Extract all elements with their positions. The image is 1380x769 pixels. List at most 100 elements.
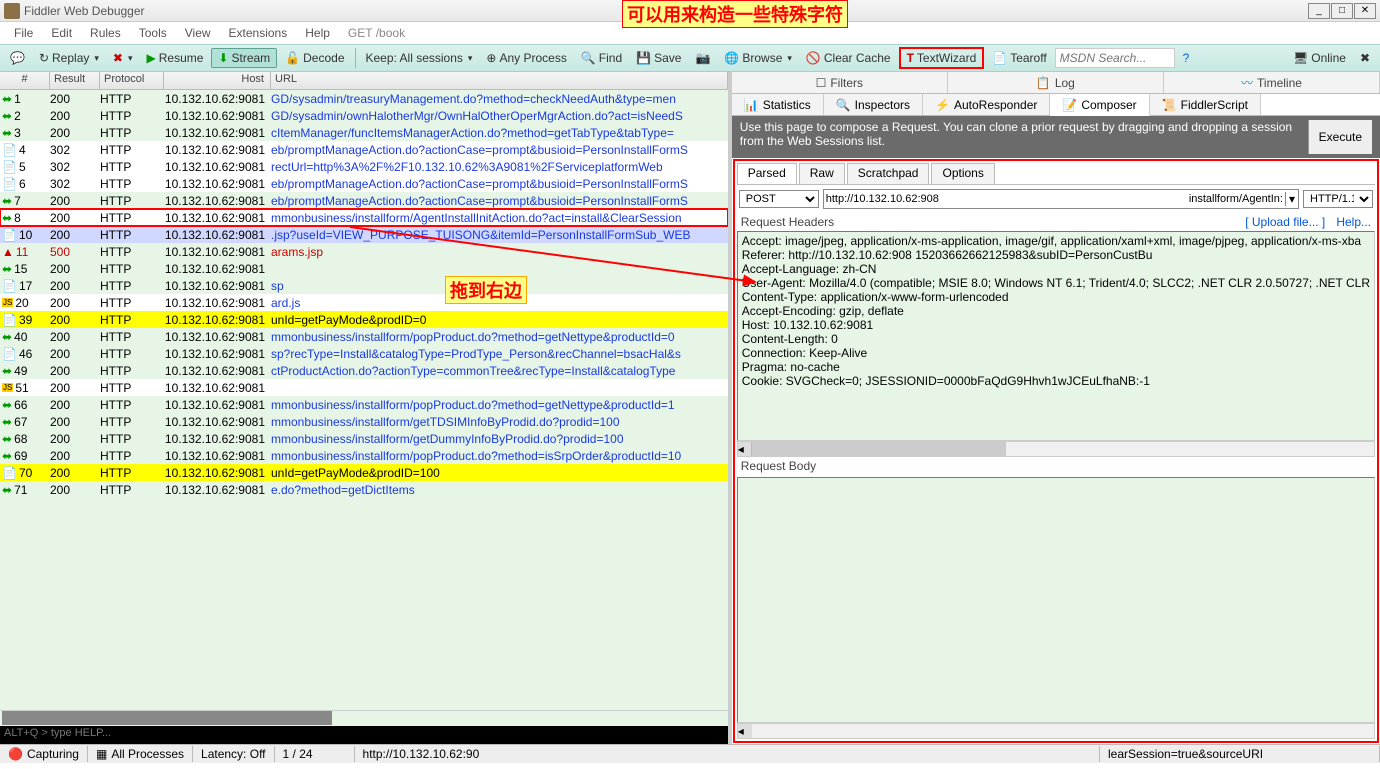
sessions-grid-body[interactable]: ⬌ 1200HTTP10.132.10.62:9081GD/sysadmin/t…	[0, 90, 728, 710]
session-row[interactable]: JS 51200HTTP10.132.10.62:9081	[0, 379, 728, 396]
menu-file[interactable]: File	[6, 24, 41, 42]
session-row[interactable]: ⬌ 71200HTTP10.132.10.62:9081e.do?method=…	[0, 481, 728, 498]
tab-statistics[interactable]: 📊 Statistics	[732, 94, 824, 115]
menu-edit[interactable]: Edit	[43, 24, 80, 42]
session-row[interactable]: ⬌ 7200HTTP10.132.10.62:9081eb/promptMana…	[0, 192, 728, 209]
all-processes-indicator[interactable]: ▦ All Processes	[88, 746, 193, 762]
close-toolbar-button[interactable]: ✖	[1354, 49, 1376, 67]
col-header-num[interactable]: #	[0, 72, 50, 89]
online-indicator[interactable]: 🖥 Online	[1287, 49, 1352, 67]
tab-composer[interactable]: 📝 Composer	[1050, 94, 1149, 116]
request-headers-box[interactable]: Accept: image/jpeg, application/x-ms-app…	[737, 231, 1375, 441]
session-row[interactable]: ⬌ 1200HTTP10.132.10.62:9081GD/sysadmin/t…	[0, 90, 728, 107]
session-row[interactable]: ▲ 11500HTTP10.132.10.62:9081arams.jsp	[0, 243, 728, 260]
col-header-host[interactable]: Host	[164, 72, 271, 89]
session-row[interactable]: ⬌ 15200HTTP10.132.10.62:9081	[0, 260, 728, 277]
menu-rules[interactable]: Rules	[82, 24, 129, 42]
toolbar: 💬 ↻ Replay ✖ ▶ Resume ⬇ Stream 🔓 Decode …	[0, 44, 1380, 72]
any-process-button[interactable]: ⊕ Any Process	[480, 49, 572, 67]
tearoff-button[interactable]: 📄 Tearoff	[986, 49, 1052, 67]
session-row[interactable]: ⬌ 66200HTTP10.132.10.62:9081mmonbusiness…	[0, 396, 728, 413]
text-wizard-button[interactable]: T TextWizard	[899, 47, 985, 69]
screenshot-button[interactable]: 📷	[689, 49, 716, 67]
subtab-parsed[interactable]: Parsed	[737, 163, 797, 184]
url-input[interactable]	[824, 193, 994, 205]
url-dropdown-icon[interactable]: ▾	[1285, 192, 1298, 206]
session-row[interactable]: ⬌ 67200HTTP10.132.10.62:9081mmonbusiness…	[0, 413, 728, 430]
browse-button[interactable]: 🌐 Browse	[718, 49, 798, 67]
menu-tools[interactable]: Tools	[131, 24, 175, 42]
tab-log[interactable]: 📋 Log	[948, 72, 1164, 93]
session-row[interactable]: JS 20200HTTP10.132.10.62:9081ard.js	[0, 294, 728, 311]
subtab-options[interactable]: Options	[931, 163, 994, 184]
status-url-2: learSession=true&sourceURI	[1100, 746, 1380, 762]
composer-info-text: Use this page to compose a Request. You …	[740, 120, 1308, 154]
headers-scrollbar[interactable]: ◂	[737, 441, 1375, 457]
session-row[interactable]: 📄 70200HTTP10.132.10.62:9081unId=getPayM…	[0, 464, 728, 481]
session-row[interactable]: ⬌ 68200HTTP10.132.10.62:9081mmonbusiness…	[0, 430, 728, 447]
subtab-scratchpad[interactable]: Scratchpad	[847, 163, 930, 184]
stream-button[interactable]: ⬇ Stream	[211, 48, 277, 68]
menu-view[interactable]: View	[177, 24, 219, 42]
msdn-search-input[interactable]	[1055, 48, 1175, 68]
http-version-select[interactable]: HTTP/1.1	[1303, 190, 1373, 208]
request-body-box[interactable]	[737, 477, 1375, 723]
menu-extensions[interactable]: Extensions	[221, 24, 296, 42]
session-row[interactable]: 📄 46200HTTP10.132.10.62:9081sp?recType=I…	[0, 345, 728, 362]
comment-button[interactable]: 💬	[4, 49, 31, 67]
session-row[interactable]: ⬌ 3200HTTP10.132.10.62:9081cItemManager/…	[0, 124, 728, 141]
minimize-button[interactable]: _	[1308, 3, 1330, 19]
session-row[interactable]: 📄 5302HTTP10.132.10.62:9081rectUrl=http%…	[0, 158, 728, 175]
tab-fiddlerscript[interactable]: 📜 FiddlerScript	[1150, 94, 1261, 115]
clear-cache-button[interactable]: 🚫 Clear Cache	[800, 49, 897, 67]
decode-button[interactable]: 🔓 Decode	[279, 49, 350, 67]
upload-file-link[interactable]: [ Upload file... ]	[1245, 215, 1325, 229]
save-button[interactable]: 💾 Save	[630, 49, 687, 67]
request-body-label: Request Body	[741, 459, 816, 473]
body-scrollbar[interactable]: ◂	[737, 723, 1375, 739]
tab-autoresponder[interactable]: ⚡ AutoResponder	[923, 94, 1050, 115]
sessions-grid-header: # Result Protocol Host URL	[0, 72, 728, 90]
close-button[interactable]: ✕	[1354, 3, 1376, 19]
status-url: http://10.132.10.62:90	[355, 746, 1100, 762]
help-icon[interactable]: ?	[1177, 49, 1196, 67]
annotation-mid: 拖到右边	[445, 276, 527, 304]
col-header-protocol[interactable]: Protocol	[100, 72, 164, 89]
resume-button[interactable]: ▶ Resume	[141, 49, 210, 67]
col-header-result[interactable]: Result	[50, 72, 100, 89]
maximize-button[interactable]: □	[1331, 3, 1353, 19]
capturing-indicator[interactable]: 🔴 Capturing	[0, 746, 88, 762]
tab-timeline[interactable]: 〰 Timeline	[1164, 72, 1380, 93]
col-header-url[interactable]: URL	[271, 72, 728, 89]
session-row[interactable]: ⬌ 8200HTTP10.132.10.62:9081mmonbusiness/…	[0, 209, 728, 226]
session-row[interactable]: ⬌ 40200HTTP10.132.10.62:9081mmonbusiness…	[0, 328, 728, 345]
find-button[interactable]: 🔍 Find	[575, 49, 628, 67]
session-row[interactable]: 📄 4302HTTP10.132.10.62:9081eb/promptMana…	[0, 141, 728, 158]
subtab-raw[interactable]: Raw	[799, 163, 845, 184]
statusbar: 🔴 Capturing ▦ All Processes Latency: Off…	[0, 744, 1380, 763]
keep-sessions-button[interactable]: Keep: All sessions	[360, 49, 479, 67]
annotation-top: 可以用来构造一些特殊字符	[622, 0, 848, 28]
quickexec-box[interactable]: ALT+Q > type HELP...	[0, 726, 728, 744]
session-row[interactable]: 📄 6302HTTP10.132.10.62:9081eb/promptMana…	[0, 175, 728, 192]
session-row[interactable]: 📄 39200HTTP10.132.10.62:9081unId=getPayM…	[0, 311, 728, 328]
help-link[interactable]: Help...	[1336, 215, 1371, 229]
right-panel: ☐ Filters 📋 Log 〰 Timeline 📊 Statistics …	[732, 72, 1380, 744]
http-method-select[interactable]: POST	[739, 190, 819, 208]
tab-inspectors[interactable]: 🔍 Inspectors	[824, 94, 923, 115]
menu-help[interactable]: Help	[297, 24, 338, 42]
scrollbar-horizontal[interactable]	[2, 711, 332, 725]
sessions-panel: # Result Protocol Host URL ⬌ 1200HTTP10.…	[0, 72, 732, 744]
replay-button[interactable]: ↻ Replay	[33, 49, 105, 67]
menu-getbook[interactable]: GET /book	[340, 24, 413, 42]
remove-button[interactable]: ✖	[107, 49, 139, 67]
execute-button[interactable]: Execute	[1308, 120, 1372, 154]
session-row[interactable]: 📄 10200HTTP10.132.10.62:9081.jsp?useId=V…	[0, 226, 728, 243]
latency-indicator[interactable]: Latency: Off	[193, 746, 274, 762]
session-row[interactable]: 📄 17200HTTP10.132.10.62:9081sp	[0, 277, 728, 294]
composer-area: Parsed Raw Scratchpad Options POST insta…	[733, 159, 1379, 743]
tab-filters[interactable]: ☐ Filters	[732, 72, 948, 93]
session-row[interactable]: ⬌ 2200HTTP10.132.10.62:9081GD/sysadmin/o…	[0, 107, 728, 124]
session-row[interactable]: ⬌ 49200HTTP10.132.10.62:9081ctProductAct…	[0, 362, 728, 379]
session-row[interactable]: ⬌ 69200HTTP10.132.10.62:9081mmonbusiness…	[0, 447, 728, 464]
